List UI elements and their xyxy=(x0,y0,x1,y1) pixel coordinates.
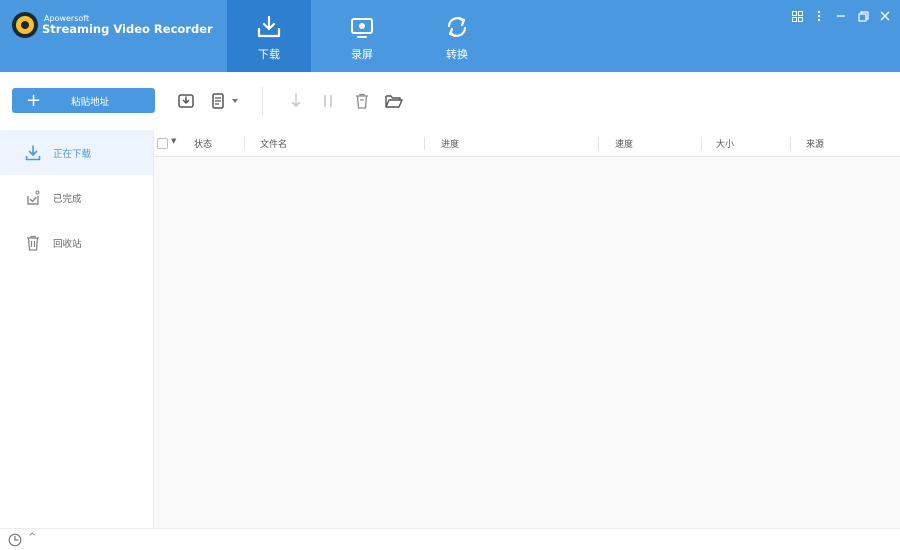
title-bar: Apowersoft Streaming Video Recorder 下载 录… xyxy=(0,0,900,72)
column-speed[interactable]: 速度 xyxy=(615,130,633,157)
tab-download[interactable]: 下载 xyxy=(227,0,311,72)
sidebar-item-label: 回收站 xyxy=(53,238,82,250)
toolbar: + 粘贴地址 xyxy=(0,72,900,130)
column-divider xyxy=(424,137,425,150)
start-icon[interactable] xyxy=(286,91,306,111)
table-header: ▼ 状态 文件名 进度 速度 大小 来源 xyxy=(154,130,900,157)
sidebar-item-label: 已完成 xyxy=(53,193,82,205)
column-size[interactable]: 大小 xyxy=(716,130,734,157)
tab-download-label: 下载 xyxy=(258,48,280,61)
close-icon[interactable] xyxy=(878,8,892,24)
app-logo-icon xyxy=(12,12,38,38)
restore-icon[interactable] xyxy=(856,8,870,24)
paste-url-button[interactable]: + 粘贴地址 xyxy=(12,88,155,113)
open-folder-icon[interactable] xyxy=(384,91,404,111)
brand: Apowersoft Streaming Video Recorder xyxy=(12,12,213,38)
tab-record-label: 录屏 xyxy=(351,48,373,61)
select-dropdown-caret-icon[interactable]: ▼ xyxy=(171,137,176,145)
table-body xyxy=(154,157,900,527)
column-divider xyxy=(244,137,245,150)
column-status[interactable]: 状态 xyxy=(194,130,212,157)
column-filename[interactable]: 文件名 xyxy=(260,130,287,157)
convert-icon xyxy=(447,16,467,38)
chevron-up-icon[interactable]: ^ xyxy=(28,532,36,543)
select-all-checkbox[interactable] xyxy=(157,138,168,149)
sidebar-item-completed[interactable]: 已完成 xyxy=(0,175,153,220)
batch-download-icon[interactable] xyxy=(208,91,228,111)
window-controls xyxy=(790,8,892,24)
record-screen-icon xyxy=(351,18,373,38)
sidebar-item-label: 正在下载 xyxy=(53,148,92,160)
trash-icon xyxy=(24,234,42,252)
completed-icon xyxy=(24,189,42,207)
paste-url-label: 粘贴地址 xyxy=(71,96,110,108)
tab-convert[interactable]: 转换 xyxy=(415,0,499,72)
download-tray-icon xyxy=(257,15,281,38)
grid-icon[interactable] xyxy=(790,8,804,24)
download-list-panel: ▼ 状态 文件名 进度 速度 大小 来源 xyxy=(154,130,900,528)
sidebar-item-trash[interactable]: 回收站 xyxy=(0,220,153,265)
delete-icon[interactable] xyxy=(352,91,372,111)
download-add-icon[interactable] xyxy=(176,91,196,111)
batch-dropdown-caret-icon[interactable] xyxy=(230,91,240,111)
column-divider xyxy=(598,137,599,150)
column-source[interactable]: 来源 xyxy=(806,130,824,157)
more-icon[interactable] xyxy=(812,8,826,24)
pause-icon[interactable] xyxy=(318,91,338,111)
download-icon xyxy=(24,144,42,162)
schedule-clock-icon[interactable] xyxy=(8,533,22,547)
app-name: Streaming Video Recorder xyxy=(42,22,213,37)
tab-convert-label: 转换 xyxy=(446,48,468,61)
column-divider xyxy=(701,137,702,150)
column-progress[interactable]: 进度 xyxy=(441,130,459,157)
column-divider xyxy=(790,137,791,150)
minimize-icon[interactable] xyxy=(834,8,848,24)
plus-icon: + xyxy=(26,89,42,111)
status-bar: ^ xyxy=(0,528,900,550)
sidebar: 正在下载 已完成 回收站 xyxy=(0,130,154,528)
sidebar-item-downloading[interactable]: 正在下载 xyxy=(0,130,153,175)
toolbar-separator xyxy=(262,87,263,115)
tab-record[interactable]: 录屏 xyxy=(320,0,404,72)
